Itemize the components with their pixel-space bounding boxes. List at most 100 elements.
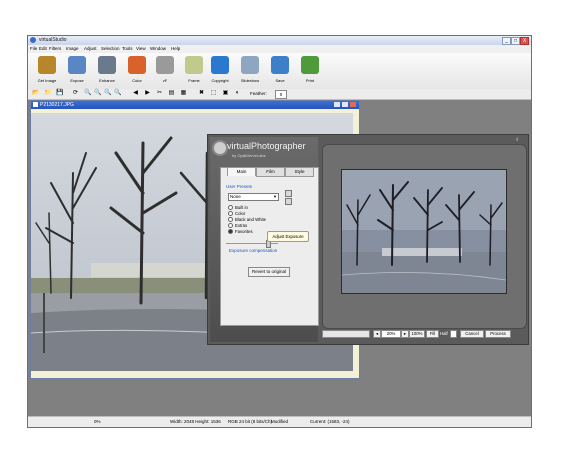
user-presets-label: User Presets (226, 184, 253, 189)
ribbon-color-button[interactable]: Color (123, 55, 151, 87)
layers-icon[interactable]: ▣ (222, 90, 229, 97)
title-bar: virtualStudio _ □ X (28, 36, 531, 45)
lens-logo-icon (212, 140, 228, 156)
preview-image (341, 169, 507, 294)
progress-field (322, 330, 370, 338)
tab-film[interactable]: Film (256, 167, 285, 177)
minimize-button[interactable]: _ (502, 37, 511, 45)
radio-built-in[interactable]: Built in (228, 205, 248, 211)
radio-favorites[interactable]: Favorites (228, 229, 253, 235)
document-title-bar: P2130217.JPG (31, 101, 359, 109)
back-icon[interactable]: ◀ (132, 90, 139, 97)
menu-filters[interactable]: Filters (49, 46, 61, 51)
radio-built-in-label: Built in (235, 205, 248, 210)
menu-view[interactable]: View (136, 46, 146, 51)
crop-icon[interactable]: ✖ (198, 90, 205, 97)
process-button[interactable]: Process (485, 330, 511, 338)
ribbon-enhance-button[interactable]: Enhance (93, 55, 121, 87)
radio-favorites-label: Favorites (235, 229, 253, 234)
document-icon (33, 102, 38, 107)
doc-close-button[interactable] (350, 102, 356, 107)
camera-icon (38, 56, 56, 74)
ribbon-vf-button[interactable]: vF (151, 55, 179, 87)
plugin-subtitle: by OptikVerveLabs (232, 153, 266, 158)
radio-bw-label: Black and White (235, 217, 267, 222)
maximize-button[interactable]: □ (511, 37, 520, 45)
preview-trees-photo (342, 170, 506, 293)
folder-icon[interactable]: 📁 (44, 90, 51, 97)
radio-extras[interactable]: Extras (228, 223, 248, 229)
ribbon-label: vF (162, 78, 168, 83)
secondary-toolbar: Feather: 0 📂 📁 💾 ⟳ 🔍 🔍 🔍 🔍 ◀ ▶ ✂ ▤ ▦ ✖ ⬚ ▣ ◐ (28, 89, 531, 100)
ribbon-print-button[interactable]: Print (296, 55, 324, 87)
ribbon-frame-button[interactable]: Frame (180, 55, 208, 87)
copy-icon[interactable]: ▤ (168, 90, 175, 97)
feather-input[interactable]: 0 (275, 90, 287, 99)
menu-help[interactable]: Help (171, 46, 180, 51)
ribbon-label: Expose (70, 78, 84, 83)
fill-button[interactable]: Fill (426, 330, 439, 338)
paste-icon[interactable]: ▦ (180, 90, 187, 97)
menu-edit[interactable]: Edit (39, 46, 47, 51)
ribbon-label: Frame (188, 78, 200, 83)
picture-icon (68, 56, 86, 74)
menu-file[interactable]: File (30, 46, 37, 51)
menu-selection[interactable]: Selection (101, 46, 120, 51)
radio-color[interactable]: Color (228, 211, 245, 217)
remove-preset-button[interactable] (285, 198, 292, 205)
ribbon-save-button[interactable]: Save (266, 55, 294, 87)
radio-extras-label: Extras (235, 223, 248, 228)
disc-icon (156, 56, 174, 74)
cancel-button[interactable]: Cancel (460, 330, 484, 338)
half-checkbox[interactable] (450, 330, 457, 338)
fit-100-button[interactable]: 100% (409, 330, 425, 338)
ribbon-get-image-button[interactable]: Get Image (33, 55, 61, 87)
lasso-icon[interactable]: ◐ (234, 90, 241, 97)
ribbon-expose-button[interactable]: Expose (63, 55, 91, 87)
status-progress: 0% (94, 419, 101, 424)
chevron-down-icon: ▼ (273, 194, 277, 199)
paint-drops-icon (128, 56, 146, 74)
menu-image[interactable]: Image (66, 46, 79, 51)
zoom-in-button[interactable]: ▸ (401, 330, 409, 338)
copyright-icon (211, 56, 229, 74)
zoom-out-button[interactable]: ◂ (373, 330, 381, 338)
ribbon-slideshow-button[interactable]: Slideshow (236, 55, 264, 87)
zoom-value[interactable]: 20% (381, 330, 401, 338)
doc-minimize-button[interactable] (334, 102, 340, 107)
zoom-fit-icon[interactable]: 🔍 (104, 90, 111, 97)
ribbon-label: Copyright (211, 78, 229, 83)
disk-icon[interactable]: 💾 (56, 90, 63, 97)
status-color-mode: RGB 24 bit (8 bits/Ch) (228, 419, 273, 424)
menu-window[interactable]: Window (150, 46, 166, 51)
add-preset-button[interactable] (285, 190, 292, 197)
zoom-out-icon[interactable]: 🔍 (94, 90, 101, 97)
gears-icon (98, 56, 116, 74)
revert-to-original-button[interactable]: Revert to original (248, 267, 290, 277)
cut-icon[interactable]: ✂ (156, 90, 163, 97)
save-heart-icon (271, 56, 289, 74)
preset-select[interactable]: None ▼ (228, 193, 279, 201)
menu-adjust[interactable]: Adjust (84, 46, 97, 51)
ribbon-label: Enhance (99, 78, 115, 83)
exposure-compensation-label: Exposure compensation (229, 248, 278, 253)
zoom-in-icon[interactable]: 🔍 (84, 90, 91, 97)
forward-icon[interactable]: ▶ (144, 90, 151, 97)
app-logo-icon (30, 37, 36, 43)
ribbon-copyright-button[interactable]: Copyright (206, 55, 234, 87)
open-icon[interactable]: 📂 (32, 90, 39, 97)
zoom-actual-icon[interactable]: 🔍 (114, 90, 121, 97)
virtual-photographer-dialog: virtualPhotographer by OptikVerveLabs Ma… (207, 134, 529, 345)
document-title: P2130217.JPG (40, 102, 74, 108)
info-icon[interactable]: i (513, 137, 521, 143)
selection-icon[interactable]: ⬚ (210, 90, 217, 97)
radio-black-and-white[interactable]: Black and White (228, 217, 267, 223)
tab-main[interactable]: Main (227, 167, 256, 176)
settings-panel: Main Film Style User Presets None ▼ Buil… (220, 167, 319, 326)
menu-tools[interactable]: Tools (122, 46, 133, 51)
doc-maximize-button[interactable] (342, 102, 348, 107)
close-button[interactable]: X (520, 37, 529, 45)
ribbon-label: Slideshow (240, 78, 260, 83)
rotate-icon[interactable]: ⟳ (72, 90, 79, 97)
tab-style[interactable]: Style (285, 167, 314, 177)
